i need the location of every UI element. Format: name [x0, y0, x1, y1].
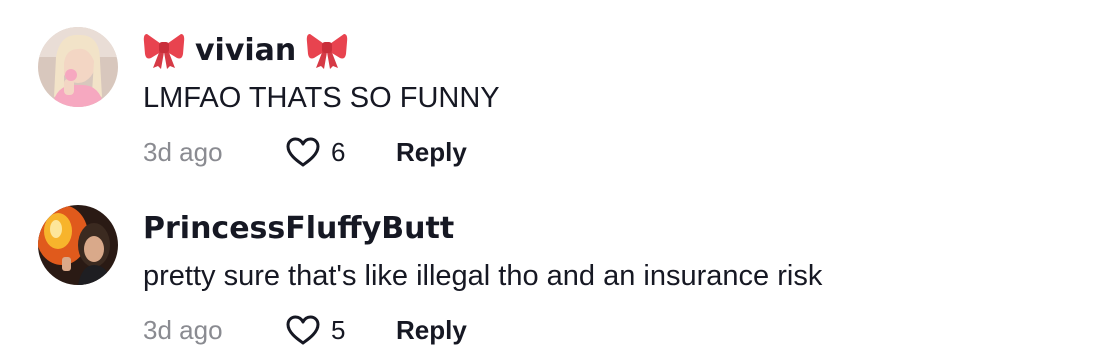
comment-timestamp: 3d ago	[143, 314, 223, 345]
heart-outline-icon[interactable]	[285, 314, 321, 346]
comment-text: pretty sure that's like illegal tho and …	[143, 260, 823, 292]
like-button[interactable]: 6	[285, 136, 396, 168]
heart-outline-icon[interactable]	[285, 136, 321, 168]
comment-item: PrincessFluffyButt pretty sure that's li…	[0, 178, 1120, 356]
like-count: 6	[331, 136, 346, 167]
avatar[interactable]	[38, 205, 118, 285]
username-text[interactable]: vivian	[195, 33, 296, 68]
ribbon-bow-icon	[143, 30, 185, 70]
comment-text: LMFAO THATS SO FUNNY	[143, 82, 500, 114]
like-count: 5	[331, 314, 346, 345]
ribbon-bow-icon	[306, 30, 348, 70]
comment-username[interactable]: vivian	[143, 30, 348, 70]
reply-button[interactable]: Reply	[396, 137, 467, 168]
reply-button[interactable]: Reply	[396, 315, 467, 346]
comment-item: vivian LMFAO THATS SO FUNNY 3d ago 6 Rep…	[0, 0, 1120, 178]
username-text[interactable]: PrincessFluffyButt	[143, 211, 454, 246]
like-button[interactable]: 5	[285, 314, 396, 346]
comment-timestamp: 3d ago	[143, 136, 223, 167]
avatar[interactable]	[38, 27, 118, 107]
comment-meta: 3d ago 6 Reply	[143, 132, 467, 172]
comment-meta: 3d ago 5 Reply	[143, 310, 467, 350]
comment-username[interactable]: PrincessFluffyButt	[143, 208, 454, 248]
